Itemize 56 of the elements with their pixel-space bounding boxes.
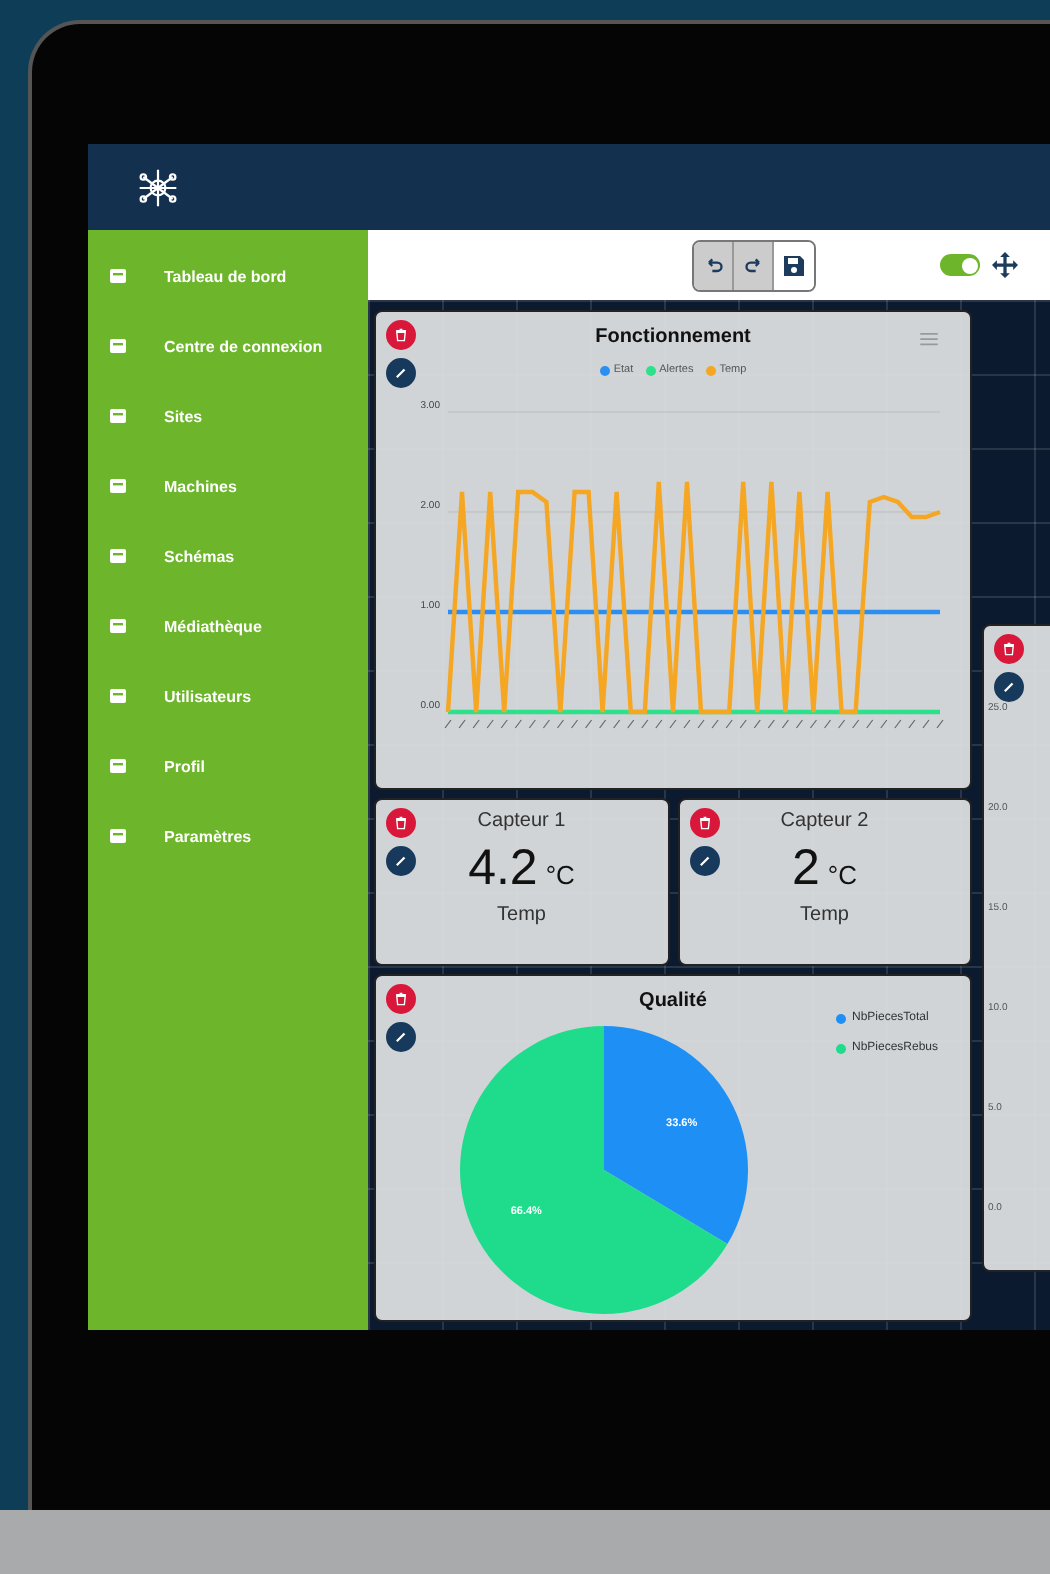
menu-icon bbox=[108, 546, 128, 566]
sidebar-item[interactable]: Machines bbox=[88, 468, 368, 504]
pencil-icon bbox=[394, 1030, 408, 1044]
delete-button[interactable] bbox=[386, 320, 416, 350]
delete-button[interactable] bbox=[386, 808, 416, 838]
pencil-icon bbox=[1002, 680, 1016, 694]
sidebar-item[interactable]: Paramètres bbox=[88, 818, 368, 854]
sidebar-item[interactable]: Sites bbox=[88, 398, 368, 434]
chart-title: Qualité bbox=[637, 988, 709, 1012]
sidebar-item[interactable]: Profil bbox=[88, 748, 368, 784]
move-icon[interactable] bbox=[992, 252, 1018, 278]
delete-button[interactable] bbox=[386, 984, 416, 1014]
network-logo-icon bbox=[136, 165, 180, 209]
sensor-value: 2 bbox=[792, 840, 820, 898]
trash-icon bbox=[1002, 642, 1016, 656]
menu-icon bbox=[108, 756, 128, 776]
edit-toggle[interactable] bbox=[940, 254, 980, 276]
menu-icon bbox=[108, 476, 128, 496]
trash-icon bbox=[394, 992, 408, 1006]
sensor-value: 4.2 bbox=[468, 840, 538, 898]
pencil-icon bbox=[394, 854, 408, 868]
undo-icon bbox=[703, 255, 723, 275]
menu-icon bbox=[108, 336, 128, 356]
menu-icon bbox=[108, 826, 128, 846]
menu-icon bbox=[108, 686, 128, 706]
trash-icon bbox=[697, 816, 711, 830]
sidebar-item[interactable]: Utilisateurs bbox=[88, 678, 368, 714]
sensor-label: Temp bbox=[497, 904, 546, 926]
redo-button[interactable] bbox=[734, 241, 774, 289]
delete-button[interactable] bbox=[689, 808, 719, 838]
edit-button[interactable] bbox=[386, 358, 416, 388]
menu-icon bbox=[108, 266, 128, 286]
sidebar-item[interactable]: Schémas bbox=[88, 538, 368, 574]
sensor-title: Capteur 1 bbox=[477, 810, 566, 832]
pencil-icon bbox=[697, 854, 711, 868]
save-icon bbox=[782, 253, 806, 277]
edit-button[interactable] bbox=[994, 672, 1024, 702]
trash-icon bbox=[394, 816, 408, 830]
sensor-unit: °C bbox=[827, 860, 857, 890]
edit-button[interactable] bbox=[386, 1022, 416, 1052]
delete-button[interactable] bbox=[994, 634, 1024, 664]
trash-icon bbox=[394, 328, 408, 342]
sidebar-item[interactable]: Médiathèque bbox=[88, 608, 368, 644]
edit-button[interactable] bbox=[386, 846, 416, 876]
sidebar-item[interactable]: Tableau de bord bbox=[88, 258, 368, 294]
edit-button[interactable] bbox=[689, 846, 719, 876]
undo-button[interactable] bbox=[694, 241, 734, 289]
sidebar-item[interactable]: Centre de connexion bbox=[88, 328, 368, 364]
menu-icon bbox=[108, 616, 128, 636]
sensor-label: Temp bbox=[800, 904, 849, 926]
sensor-unit: °C bbox=[545, 860, 575, 890]
pencil-icon bbox=[394, 366, 408, 380]
redo-icon bbox=[743, 255, 763, 275]
sensor-title: Capteur 2 bbox=[780, 810, 869, 832]
chart-title: Fonctionnement bbox=[593, 324, 753, 348]
menu-icon bbox=[108, 406, 128, 426]
